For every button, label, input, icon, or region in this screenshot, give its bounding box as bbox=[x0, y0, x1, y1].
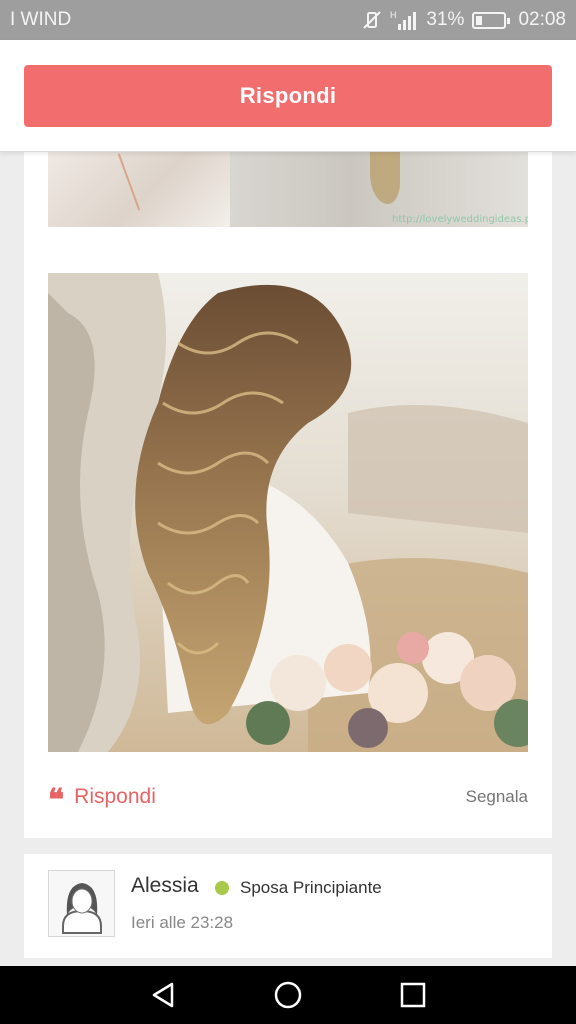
clock: 02:08 bbox=[518, 9, 566, 30]
comment-card: Alessia Sposa Principiante Ieri alle 23:… bbox=[24, 854, 552, 958]
battery-percent: 31% bbox=[426, 9, 465, 30]
home-icon[interactable] bbox=[268, 975, 308, 1015]
status-dot-icon bbox=[215, 881, 229, 895]
comment-timestamp: Ieri alle 23:28 bbox=[131, 913, 234, 932]
quote-icon: ❝ bbox=[48, 783, 65, 818]
collage-image-right: http://lovelyweddingideas.pl bbox=[230, 152, 528, 227]
post-actions: ❝ Rispondi Segnala bbox=[48, 782, 528, 816]
post-image-bride-braid[interactable] bbox=[48, 273, 528, 752]
collage-image-left bbox=[48, 152, 230, 227]
back-icon[interactable] bbox=[143, 975, 183, 1015]
avatar[interactable] bbox=[48, 870, 115, 937]
battery-fill bbox=[476, 15, 482, 25]
system-nav-bar bbox=[0, 966, 576, 1024]
post-card: http://lovelyweddingideas.pl ❝ Rispondi … bbox=[24, 152, 552, 838]
network-type-label: H bbox=[390, 10, 397, 20]
status-icons: H 31% 02:08 bbox=[362, 9, 566, 31]
reply-link[interactable]: ❝ Rispondi bbox=[48, 778, 156, 816]
user-avatar-icon bbox=[49, 871, 114, 936]
recents-icon[interactable] bbox=[393, 975, 433, 1015]
signal-icon: H bbox=[390, 9, 418, 31]
comment-author[interactable]: Alessia bbox=[131, 874, 199, 898]
image-watermark: http://lovelyweddingideas.pl bbox=[392, 214, 528, 225]
carrier-name: I WIND bbox=[10, 9, 72, 30]
author-badge: Sposa Principiante bbox=[240, 878, 382, 897]
vibrate-off-icon bbox=[362, 10, 382, 30]
battery-icon bbox=[472, 11, 511, 29]
bride-photo-illustration bbox=[48, 273, 528, 752]
post-image-collage[interactable]: http://lovelyweddingideas.pl bbox=[48, 152, 528, 227]
top-action-bar: Rispondi bbox=[0, 40, 576, 152]
reply-button[interactable]: Rispondi bbox=[24, 65, 552, 127]
reply-link-label: Rispondi bbox=[74, 785, 156, 808]
status-bar: I WIND H 31% 02:08 bbox=[0, 0, 576, 40]
report-link[interactable]: Segnala bbox=[466, 787, 528, 807]
